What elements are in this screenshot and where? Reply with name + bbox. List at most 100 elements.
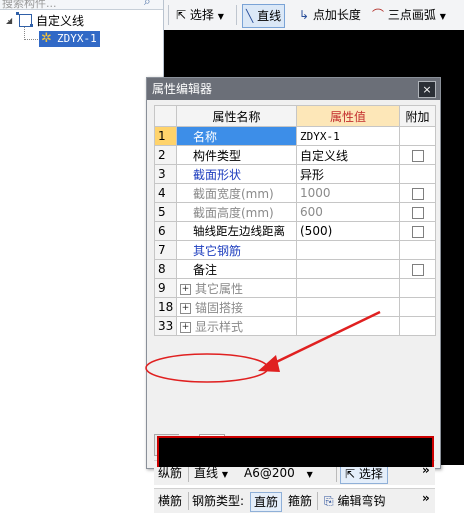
dropdown-arrow-icon: ▼ <box>217 12 224 21</box>
three-point-arc-button[interactable]: ⌒ 三点画弧 ▼ <box>372 4 446 26</box>
property-value[interactable]: 1000 <box>296 183 400 203</box>
checkbox[interactable] <box>411 149 424 162</box>
cursor-icon: ⇱ <box>345 467 356 481</box>
edit-hook-icon: ⎘ <box>324 494 334 508</box>
property-name[interactable]: 截面宽度(mm) <box>176 183 297 203</box>
search-icon[interactable]: ⌕ <box>144 0 160 8</box>
checkbox[interactable] <box>411 225 424 238</box>
table-row[interactable]: 2 构件类型 自定义线 <box>154 145 436 165</box>
checkbox[interactable] <box>411 187 424 200</box>
property-name: 其它属性 <box>195 281 244 296</box>
header-extra: 附加 <box>399 105 436 127</box>
extra-checkbox[interactable] <box>399 259 436 279</box>
row-number: 18 <box>154 297 177 317</box>
header-property-name: 属性名称 <box>176 105 297 127</box>
property-value[interactable]: ZDYX-1 <box>296 126 400 146</box>
tree-expand-icon[interactable]: ◢ <box>6 16 12 25</box>
dropdown-arrow-icon: ▼ <box>306 470 313 479</box>
arc-icon: ⌒ <box>372 8 385 22</box>
search-placeholder: 搜索构件... <box>2 0 57 10</box>
property-value[interactable]: 600 <box>296 202 400 222</box>
property-name[interactable]: 构件类型 <box>176 145 297 165</box>
table-row[interactable]: 7 其它钢筋 <box>154 240 436 260</box>
line-label: 直线 <box>257 9 282 23</box>
rebar-select-button[interactable]: ⇱ 选择 <box>340 464 388 484</box>
expand-icon[interactable]: + <box>180 283 191 295</box>
property-name: 显示样式 <box>195 319 244 334</box>
table-row[interactable]: 18 + 锚固搭接 <box>154 297 436 317</box>
stirrup-button[interactable]: 箍筋 <box>288 492 312 510</box>
row-number: 1 <box>154 126 177 146</box>
drawing-toolbar: ⇱ 选择 ▼ ╲ 直线 ↳ 点加长度 ⌒ 三点画弧 ▼ <box>164 0 464 31</box>
table-row[interactable]: 5 截面高度(mm) 600 <box>154 202 436 222</box>
property-name[interactable]: 其它钢筋 <box>176 240 297 260</box>
checkbox[interactable] <box>411 206 424 219</box>
row-number: 3 <box>154 164 177 184</box>
transverse-rebar-label[interactable]: 横筋 <box>158 492 182 510</box>
table-row[interactable]: 3 截面形状 异形 <box>154 164 436 184</box>
dialog-title-bar[interactable]: 属性编辑器 <box>147 78 440 100</box>
close-button[interactable]: × <box>418 81 436 98</box>
row-number: 5 <box>154 202 177 222</box>
edit-hook-label: 编辑弯钩 <box>337 494 386 508</box>
straight-rebar-button[interactable]: 直筋 <box>250 492 283 512</box>
search-input[interactable]: 搜索构件... <box>0 0 163 10</box>
property-name[interactable]: 名称 <box>176 126 297 146</box>
line-button[interactable]: ╲ 直线 <box>242 4 286 28</box>
dropdown-arrow-icon: ▼ <box>439 12 446 21</box>
row-number: 4 <box>154 183 177 203</box>
extra-cell <box>399 278 436 298</box>
property-group[interactable]: + 其它属性 <box>176 278 297 298</box>
property-name[interactable]: 截面形状 <box>176 164 297 184</box>
expand-icon[interactable]: + <box>180 302 191 314</box>
extra-checkbox[interactable] <box>399 145 436 165</box>
property-group[interactable]: + 显示样式 <box>176 316 297 336</box>
property-value[interactable]: (500) <box>296 221 400 241</box>
overflow-chevron-icon[interactable]: » <box>422 489 430 507</box>
edit-hook-button[interactable]: ⎘ 编辑弯钩 <box>324 492 385 510</box>
table-row[interactable]: 9 + 其它属性 <box>154 278 436 298</box>
table-row[interactable]: 33 + 显示样式 <box>154 316 436 336</box>
table-row[interactable]: 8 备注 <box>154 259 436 279</box>
expand-icon[interactable]: + <box>180 321 191 333</box>
extra-cell <box>399 240 436 260</box>
gear-icon: ✲ <box>41 31 52 46</box>
table-row[interactable]: 6 轴线距左边线距离 (500) <box>154 221 436 241</box>
extra-checkbox[interactable] <box>399 221 436 241</box>
checkbox[interactable] <box>411 263 424 276</box>
point-length-label: 点加长度 <box>312 8 361 22</box>
rebar-type-toolbar: 横筋 钢筋类型: 直筋 箍筋 ⎘ 编辑弯钩 » <box>154 488 435 513</box>
property-value[interactable]: 异形 <box>296 164 400 184</box>
row-number: 6 <box>154 221 177 241</box>
cursor-icon: ⇱ <box>176 8 187 22</box>
property-name[interactable]: 截面高度(mm) <box>176 202 297 222</box>
property-value[interactable]: 自定义线 <box>296 145 400 165</box>
line-icon: ╲ <box>246 9 254 23</box>
property-group[interactable]: + 锚固搭接 <box>176 297 297 317</box>
property-value <box>296 278 400 298</box>
extra-checkbox[interactable] <box>399 183 436 203</box>
grid-corner <box>154 105 177 127</box>
point-length-button[interactable]: ↳ 点加长度 <box>299 4 361 26</box>
row-number: 33 <box>154 316 177 336</box>
table-row[interactable]: 1 名称 ZDYX-1 <box>154 126 436 146</box>
row-number: 9 <box>154 278 177 298</box>
extra-checkbox[interactable] <box>399 202 436 222</box>
select-button[interactable]: ⇱ 选择 ▼ <box>176 4 224 26</box>
property-name[interactable]: 轴线距左边线距离 <box>176 221 297 241</box>
property-value[interactable] <box>296 259 400 279</box>
select-label: 选择 <box>189 8 214 22</box>
row-number: 2 <box>154 145 177 165</box>
row-number: 8 <box>154 259 177 279</box>
rebar-preview-canvas[interactable] <box>157 436 434 467</box>
dropdown-arrow-icon: ▼ <box>221 470 228 479</box>
tree-item-custom-line[interactable]: 自定义线 <box>36 13 84 29</box>
line-mode-value: 直线 <box>194 466 219 480</box>
table-row[interactable]: 4 截面宽度(mm) 1000 <box>154 183 436 203</box>
rebar-select-label: 选择 <box>358 467 383 481</box>
property-value <box>296 316 400 336</box>
property-value[interactable] <box>296 240 400 260</box>
extra-cell <box>399 316 436 336</box>
property-name[interactable]: 备注 <box>176 259 297 279</box>
dialog-title: 属性编辑器 <box>152 82 213 96</box>
